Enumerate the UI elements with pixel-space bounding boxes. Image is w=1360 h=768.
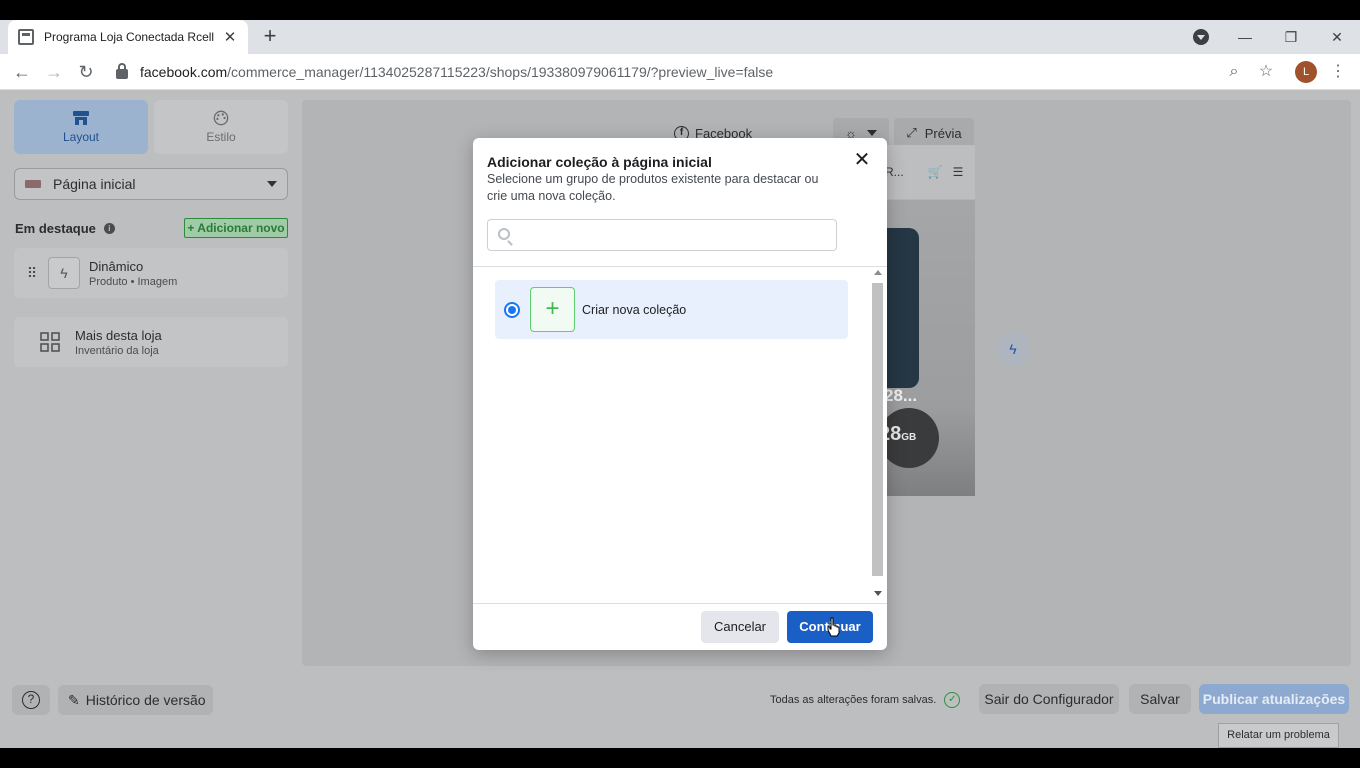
card-subtitle: Inventário da loja [75,344,159,357]
featured-card-dynamic[interactable]: ⠿ ϟ Dinâmico Produto • Imagem [14,248,288,298]
profile-avatar[interactable]: L [1295,61,1317,83]
tab-search-icon[interactable] [1193,29,1209,45]
save-button[interactable]: Salvar [1129,684,1191,714]
page-favicon-icon [18,29,34,45]
search-icon [498,228,510,240]
phone-header-text: R... [885,165,904,179]
divider [473,603,887,604]
cancel-button[interactable]: Cancelar [701,611,779,643]
storage-badge: 28GB [879,408,939,468]
screen-top-border [0,0,1360,20]
palette-icon [213,110,229,126]
create-new-collection-option[interactable]: + Criar nova coleção [495,280,848,339]
browser-toolbar: ← → ↻ facebook.com/commerce_manager/1134… [0,54,1360,90]
dynamic-lightning-icon[interactable]: ϟ [996,332,1030,366]
featured-card-more-from-store[interactable]: Mais desta loja Inventário da loja [14,317,288,367]
add-new-button[interactable]: + Adicionar novo [184,218,288,238]
tab-style-label: Estilo [206,130,236,144]
zoom-icon[interactable]: ⌕ [1224,62,1244,82]
lock-icon [116,63,128,79]
address-bar[interactable]: facebook.com/commerce_manager/1134025287… [108,58,1288,86]
chrome-menu-icon[interactable]: ⋮ [1328,62,1348,82]
collection-list: + Criar nova coleção [473,267,871,603]
store-icon [73,111,89,125]
tab-title: Programa Loja Conectada Rcell [44,30,215,44]
browser-tab-bar: Programa Loja Conectada Rcell ✕ + — ❐ ✕ [0,20,1360,54]
screen-bottom-border [0,748,1360,768]
back-icon[interactable]: ← [10,60,34,84]
url-text: facebook.com/commerce_manager/1134025287… [140,64,774,80]
edit-history-icon: ✎ [68,691,80,708]
browser-tab[interactable]: Programa Loja Conectada Rcell ✕ [8,20,248,54]
menu-icon: ☰ [952,165,964,179]
dialog-title: Adicionar coleção à página inicial [487,154,712,170]
expand-icon: ⤢ [906,125,917,140]
version-history-label: Histórico de versão [85,692,206,708]
page-select-value: Página inicial [53,176,136,192]
grid-icon [34,326,66,358]
preview-label: Prévia [924,125,962,141]
save-status-text: Todas as alterações foram salvas. [770,694,937,706]
page-select-dropdown[interactable]: Página inicial [14,168,288,200]
bookmark-star-icon[interactable]: ☆ [1256,62,1276,82]
chevron-down-icon [267,181,277,187]
close-icon[interactable]: ✕ [853,150,871,170]
tab-close-icon[interactable]: ✕ [222,28,238,46]
info-icon[interactable]: i [103,223,115,234]
exit-configurator-button[interactable]: Sair do Configurador [979,684,1119,714]
report-problem-button[interactable]: Relatar um problema [1218,723,1339,748]
list-scrollbar[interactable] [871,267,885,603]
help-button[interactable]: ? [12,685,50,715]
tab-style[interactable]: Estilo [154,100,288,154]
page-icon [25,180,41,188]
restore-icon[interactable]: ❐ [1268,20,1314,54]
storage-unit: GB [901,432,917,443]
lightning-icon: ϟ [48,257,80,289]
scroll-down-icon[interactable] [874,591,882,596]
featured-section-title: Em destaque i [15,221,115,236]
featured-title-text: Em destaque [15,221,96,236]
tab-layout-label: Layout [62,130,100,144]
phone-preview: R... 🛒 ☰ 28... 28GB [877,145,975,576]
drag-handle-icon[interactable]: ⠿ [22,265,40,282]
minimize-icon[interactable]: — [1222,20,1268,54]
dialog-subtitle: Selecione um grupo de produtos existente… [487,172,819,203]
option-label: Criar nova coleção [582,302,687,317]
new-tab-icon[interactable]: + [258,25,282,49]
add-collection-dialog: Adicionar coleção à página inicial Selec… [473,138,887,650]
card-title: Dinâmico [89,258,144,274]
cart-icon: 🛒 [927,165,943,179]
option-radio[interactable] [504,301,520,318]
tab-layout[interactable]: Layout [14,100,148,154]
window-close-icon[interactable]: ✕ [1314,20,1360,54]
plus-icon: + [530,287,575,332]
search-input[interactable] [518,224,828,246]
product-image: 28... 28GB [877,200,975,496]
version-history-button[interactable]: ✎ Histórico de versão [58,685,213,715]
preview-button[interactable]: ⤢ Prévia [894,118,974,148]
scroll-thumb[interactable] [872,283,883,576]
card-subtitle: Produto • Imagem [89,275,178,288]
scroll-up-icon[interactable] [874,270,882,275]
reload-icon[interactable]: ↻ [74,60,98,84]
collection-search-field[interactable] [487,219,837,251]
card-title: Mais desta loja [75,327,162,343]
phone-preview-header: R... 🛒 ☰ [877,145,975,199]
check-circle-icon: ✓ [944,692,961,708]
product-title-text: 28... [884,386,918,405]
forward-icon[interactable]: → [42,60,66,84]
save-status: Todas as alterações foram salvas. ✓ [770,692,961,708]
publish-updates-button[interactable]: Publicar atualizações [1199,684,1349,714]
help-icon: ? [22,691,40,709]
chevron-down-icon [866,130,877,136]
